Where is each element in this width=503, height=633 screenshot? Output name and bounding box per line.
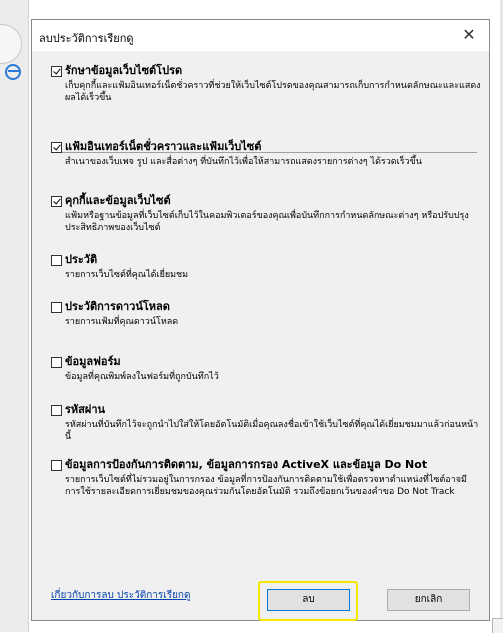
checkbox-passwords[interactable] <box>51 404 62 416</box>
dialog-title: ลบประวัติการเรียกดู <box>39 32 134 45</box>
option-description: แฟ้มหรือฐานข้อมูลที่เว็บไซต์เก็บไว้ในคอม… <box>65 211 469 233</box>
background-page <box>0 0 29 632</box>
option-label[interactable]: ข้อมูลฟอร์ม <box>65 355 121 369</box>
option-label[interactable]: รักษาข้อมูลเว็บไซต์โปรด <box>65 64 182 78</box>
background-scroll-corner <box>492 618 503 633</box>
option-description: รายการแฟ้มที่คุณดาวน์โหลด <box>65 317 179 327</box>
option-download-history: ประวัติการดาวน์โหลด รายการแฟ้มที่คุณดาวน… <box>51 300 481 328</box>
checkbox-download-history[interactable] <box>51 301 62 313</box>
option-label[interactable]: ประวัติ <box>65 253 97 267</box>
option-cookies: คุกกี้และข้อมูลเว็บไซต์ แฟ้มหรือฐานข้อมู… <box>51 194 481 234</box>
option-description: รายการเว็บไซต์ที่ไม่รวมอยู่ในการกรอง ข้อ… <box>65 475 467 497</box>
option-tracking-protection: ข้อมูลการป้องกันการติดตาม, ข้อมูลการกรอง… <box>51 458 481 498</box>
option-history: ประวัติ รายการเว็บไซต์ที่คุณได้เยี่ยมชม <box>51 253 481 281</box>
option-label[interactable]: คุกกี้และข้อมูลเว็บไซต์ <box>65 194 171 208</box>
cancel-button[interactable]: ยกเลิก <box>387 589 470 611</box>
dialog-titlebar: ลบประวัติการเรียกดู ✕ <box>32 20 489 51</box>
option-label[interactable]: รหัสผ่าน <box>65 403 105 417</box>
option-label[interactable]: แฟ้มอินเทอร์เน็ตชั่วคราวและแฟ้มเว็บไซต์ <box>65 140 261 154</box>
delete-history-dialog: ลบประวัติการเรียกดู ✕ รักษาข้อมูลเว็บไซต… <box>31 19 490 621</box>
checkbox-tracking-protection[interactable] <box>51 459 62 471</box>
option-passwords: รหัสผ่าน รหัสผ่านที่บันทึกไว้จะถูกนำไปใส… <box>51 403 481 443</box>
checkbox-preserve-favorites[interactable] <box>51 65 62 77</box>
checkbox-cookies[interactable] <box>51 195 62 207</box>
ie-icon-bar <box>8 70 19 72</box>
option-form-data: ข้อมูลฟอร์ม ข้อมูลที่คุณพิมพ์ลงในฟอร์มที… <box>51 355 481 383</box>
close-icon[interactable]: ✕ <box>458 24 480 46</box>
about-delete-history-link[interactable]: เกี่ยวกับการลบ ประวัติการเรียกดู <box>51 588 190 603</box>
checkbox-history[interactable] <box>51 254 62 266</box>
ie-icon <box>5 64 21 80</box>
option-label[interactable]: ประวัติการดาวน์โหลด <box>65 300 170 314</box>
option-preserve-favorites: รักษาข้อมูลเว็บไซต์โปรด เก็บคุกกี้และแฟ้… <box>51 64 481 104</box>
option-temp-files: แฟ้มอินเทอร์เน็ตชั่วคราวและแฟ้มเว็บไซต์ … <box>51 140 481 168</box>
option-description: ข้อมูลที่คุณพิมพ์ลงในฟอร์มที่ถูกบันทึกไว… <box>65 372 219 382</box>
delete-button[interactable]: ลบ <box>267 589 350 611</box>
option-description: รายการเว็บไซต์ที่คุณได้เยี่ยมชม <box>65 270 189 280</box>
option-label[interactable]: ข้อมูลการป้องกันการติดตาม, ข้อมูลการกรอง… <box>65 458 427 472</box>
checkbox-form-data[interactable] <box>51 356 62 368</box>
option-description: รหัสผ่านที่บันทึกไว้จะถูกนำไปใส่ให้โดยอั… <box>65 420 479 442</box>
checkbox-temp-files[interactable] <box>51 141 62 153</box>
option-description: เก็บคุกกี้และแฟ้มอินเทอร์เน็ตชั่วคราวที่… <box>65 81 481 103</box>
option-description: สำเนาของเว็บเพจ รูป และสื่อต่างๆ ที่บันท… <box>65 157 422 167</box>
